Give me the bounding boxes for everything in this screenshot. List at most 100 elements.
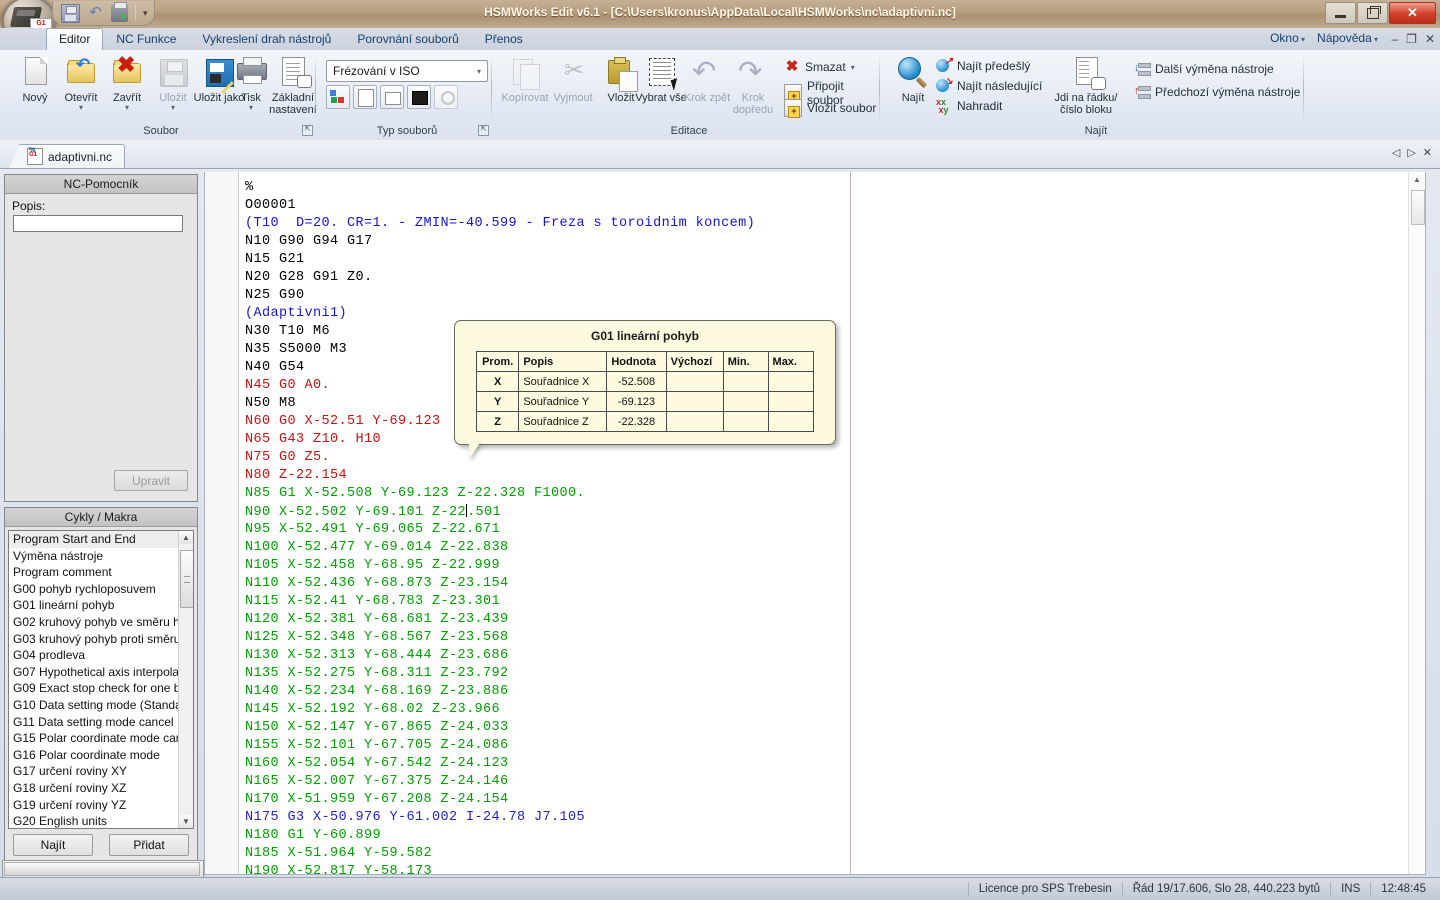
scroll-up-icon[interactable]: ▲: [179, 531, 193, 544]
code-line[interactable]: N170 X-51.959 Y-67.208 Z-24.154: [245, 792, 509, 807]
list-item[interactable]: G07 Hypothetical axis interpolati...: [9, 664, 193, 681]
code-line[interactable]: N150 X-52.147 Y-67.865 Z-24.033: [245, 720, 509, 735]
code-line[interactable]: %: [245, 180, 254, 195]
list-config-icon[interactable]: [353, 85, 377, 109]
tab-editor[interactable]: Editor: [46, 28, 104, 51]
code-line[interactable]: N115 X-52.41 Y-68.783 Z-23.301: [245, 594, 500, 609]
button-kopirovat[interactable]: Kopírovat: [498, 54, 552, 104]
code-line[interactable]: N120 X-52.381 Y-68.681 Z-23.439: [245, 612, 509, 627]
list-item[interactable]: G01 lineární pohyb: [9, 597, 193, 614]
dropdown-arrow-icon[interactable]: ▾: [851, 63, 855, 72]
menu-napoveda[interactable]: Nápověda: [1317, 31, 1378, 45]
color-config-icon[interactable]: [326, 85, 350, 109]
scroll-thumb[interactable]: [180, 550, 193, 608]
typ-souboru-dialog-launcher[interactable]: ⇱: [478, 125, 489, 136]
code-line[interactable]: N185 X-51.964 Y-59.582: [245, 846, 432, 861]
code-line[interactable]: N180 G1 Y-60.899: [245, 828, 381, 843]
tab-prenos[interactable]: Přenos: [472, 29, 536, 50]
code-line[interactable]: N90 X-52.502 Y-69.101 Z-22.501: [245, 504, 501, 520]
code-line[interactable]: N85 G1 X-52.508 Y-69.123 Z-22.328 F1000.: [245, 486, 585, 501]
code-line[interactable]: N130 X-52.313 Y-68.444 Z-23.686: [245, 648, 509, 663]
tab-prev-icon[interactable]: ◁: [1392, 146, 1400, 159]
code-line[interactable]: N10 G90 G94 G17: [245, 234, 373, 249]
code-line[interactable]: N155 X-52.101 Y-67.705 Z-24.086: [245, 738, 509, 753]
list-item[interactable]: G17 určení roviny XY: [9, 763, 193, 780]
scroll-up-icon[interactable]: ▲: [1409, 172, 1425, 188]
button-najit-predesly[interactable]: ↗ Najít předešlý: [936, 56, 1030, 74]
soubor-dialog-launcher[interactable]: ⇱: [302, 125, 313, 136]
upravit-button[interactable]: Upravit: [114, 470, 188, 491]
code-line[interactable]: N100 X-52.477 Y-69.014 Z-22.838: [245, 540, 509, 555]
code-line[interactable]: N165 X-52.007 Y-67.375 Z-24.146: [245, 774, 509, 789]
button-vyjmout[interactable]: ✂ Vyjmout: [546, 54, 600, 104]
code-line[interactable]: N160 X-52.054 Y-67.542 Z-24.123: [245, 756, 509, 771]
code-line[interactable]: N105 X-52.458 Y-68.95 Z-22.999: [245, 558, 500, 573]
code-line[interactable]: N50 M8: [245, 396, 296, 411]
minimize-button[interactable]: [1325, 2, 1356, 24]
refresh-config-icon[interactable]: [434, 85, 458, 109]
button-jdi-na-radku[interactable]: Jdi na řádku/číslo bloku: [1048, 54, 1124, 116]
document-tab-adaptivni[interactable]: adaptivni.nc: [8, 144, 126, 168]
list-item[interactable]: G11 Data setting mode cancel: [9, 714, 193, 731]
list-item[interactable]: G16 Polar coordinate mode: [9, 747, 193, 764]
scroll-thumb[interactable]: [4, 862, 200, 876]
list-item[interactable]: G10 Data setting mode (Standa...: [9, 697, 193, 714]
code-line[interactable]: N80 Z-22.154: [245, 468, 347, 483]
customize-icon[interactable]: ▾: [143, 8, 148, 19]
maximize-button[interactable]: [1357, 2, 1388, 24]
button-krok-dopredu[interactable]: ↷ Krok dopředu: [722, 54, 784, 116]
code-line[interactable]: N40 G54: [245, 360, 305, 375]
application-menu-orb[interactable]: G1G3: [2, 0, 56, 28]
scroll-thumb[interactable]: [1411, 190, 1425, 225]
list-item[interactable]: Výměna nástroje: [9, 548, 193, 565]
code-line[interactable]: N45 G0 A0.: [245, 378, 330, 393]
code-line[interactable]: N15 G21: [245, 252, 305, 267]
button-najit[interactable]: Najít: [886, 54, 940, 104]
list-item[interactable]: Program comment: [9, 564, 193, 581]
pridat-button[interactable]: Přidat: [109, 834, 189, 856]
file-type-select[interactable]: Frézování v ISO ▾: [326, 60, 488, 82]
popis-input[interactable]: [13, 215, 183, 232]
menu-okno[interactable]: Okno: [1270, 31, 1305, 45]
list-item[interactable]: G03 kruhový pohyb proti směru ...: [9, 631, 193, 648]
code-line[interactable]: N140 X-52.234 Y-68.169 Z-23.886: [245, 684, 509, 699]
code-line[interactable]: N125 X-52.348 Y-68.567 Z-23.568: [245, 630, 509, 645]
button-smazat[interactable]: ✖ Smazat ▾: [784, 59, 855, 75]
dropdown-arrow-icon[interactable]: ▾: [146, 104, 200, 112]
cycles-list-scrollbar[interactable]: ▲ ▼: [178, 531, 193, 828]
print-icon[interactable]: [111, 1, 128, 22]
code-line[interactable]: O00001: [245, 198, 296, 213]
code-line[interactable]: (Adaptivni1): [245, 306, 347, 321]
list-item[interactable]: G20 English units: [9, 813, 193, 828]
close-button[interactable]: ✕: [1389, 2, 1436, 24]
list-item[interactable]: G04 prodleva: [9, 647, 193, 664]
cycles-macros-list[interactable]: Program Start and End Výměna nástroje Prog…: [8, 530, 194, 829]
tab-nc-funkce[interactable]: NC Funkce: [103, 29, 189, 50]
mdi-restore-icon[interactable]: ❐: [1406, 32, 1417, 46]
editor-vertical-scrollbar[interactable]: ▲: [1408, 172, 1425, 874]
tab-vykresleni-drah[interactable]: Vykreslení drah nástrojů: [189, 29, 344, 50]
button-najit-nasledujici[interactable]: ↘ Najít následující: [936, 76, 1042, 94]
chevron-down-icon[interactable]: ▾: [477, 67, 487, 76]
najit-button[interactable]: Najít: [13, 834, 93, 856]
list-item[interactable]: Program Start and End: [9, 531, 193, 548]
code-line[interactable]: N35 S5000 M3: [245, 342, 347, 357]
code-line[interactable]: N175 G3 X-50.976 Y-61.002 I-24.78 J7.105: [245, 810, 585, 825]
list-item[interactable]: G18 určení roviny XZ: [9, 780, 193, 797]
list-item[interactable]: G09 Exact stop check for one b...: [9, 680, 193, 697]
mdi-minimize-icon[interactable]: –: [1391, 32, 1398, 46]
code-line[interactable]: (T10 D=20. CR=1. - ZMIN=-40.599 - Freza …: [245, 216, 755, 231]
button-vlozit-soubor[interactable]: Vložit soubor: [784, 99, 876, 118]
code-editor[interactable]: 1%2O000013(T10 D=20. CR=1. - ZMIN=-40.59…: [204, 172, 1426, 875]
code-line[interactable]: N60 G0 X-52.51 Y-69.123: [245, 414, 441, 429]
console-config-icon[interactable]: [407, 85, 431, 109]
save-icon[interactable]: [61, 3, 80, 23]
code-line[interactable]: N95 X-52.491 Y-69.065 Z-22.671: [245, 522, 500, 537]
list-item[interactable]: G00 pohyb rychloposuvem: [9, 581, 193, 598]
button-nahradit[interactable]: xx xy Nahradit: [936, 98, 1002, 115]
code-line[interactable]: N65 G43 Z10. H10: [245, 432, 381, 447]
code-line[interactable]: N145 X-52.192 Y-68.02 Z-23.966: [245, 702, 500, 717]
code-line[interactable]: N20 G28 G91 Z0.: [245, 270, 373, 285]
code-line[interactable]: N135 X-52.275 Y-68.311 Z-23.792: [245, 666, 509, 681]
tab-next-icon[interactable]: ▷: [1407, 146, 1415, 159]
